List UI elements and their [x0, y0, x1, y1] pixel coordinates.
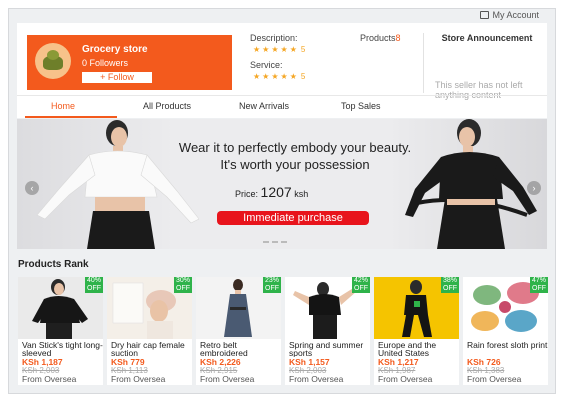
carousel-dot[interactable]: [272, 241, 278, 243]
product-name[interactable]: Rain forest sloth print: [467, 341, 548, 357]
banner-price-unit: ksh: [294, 189, 309, 199]
follow-button[interactable]: + Follow: [82, 72, 152, 83]
store-name: Grocery store: [82, 44, 148, 55]
chevron-right-icon[interactable]: ›: [527, 181, 541, 195]
tab-top-sales[interactable]: Top Sales: [341, 101, 381, 111]
carousel-dot[interactable]: [263, 241, 269, 243]
account-icon: [480, 11, 490, 19]
tab-all-products[interactable]: All Products: [143, 101, 191, 111]
banner-price-label: Price:: [235, 189, 259, 199]
active-tab-indicator: [25, 116, 117, 118]
product-card[interactable]: 30% OFF Dry hair cap female suction KSh …: [107, 277, 192, 385]
products-label: Products: [360, 33, 396, 43]
carousel-dot[interactable]: [281, 241, 287, 243]
product-origin: From Oversea: [467, 374, 522, 384]
products-rank-title: Products Rank: [18, 259, 89, 270]
products-count-value: 8: [395, 33, 401, 43]
product-name[interactable]: Dry hair cap female suction: [111, 341, 192, 357]
account-label: My Account: [492, 10, 539, 20]
store-followers: 0 Followers: [82, 58, 129, 68]
tab-home[interactable]: Home: [51, 101, 75, 111]
product-card[interactable]: 42% OFF Spring and summer sports KSh 1,1…: [285, 277, 370, 385]
tab-new-arrivals[interactable]: New Arrivals: [239, 101, 289, 111]
product-origin: From Oversea: [200, 374, 255, 384]
product-origin: From Oversea: [289, 374, 344, 384]
carousel-dots: [263, 241, 287, 243]
banner-model-left: [36, 120, 199, 249]
product-name[interactable]: Retro belt embroidered: [200, 341, 281, 357]
banner-price: Price: 1207 ksh: [235, 184, 308, 200]
discount-badge: 40% OFF: [85, 277, 103, 293]
product-origin: From Oversea: [111, 374, 166, 384]
divider: [423, 33, 424, 93]
description-stars: ★★★★★ 5: [253, 45, 306, 54]
product-card[interactable]: 40% OFF Van Stick's tight long-sleeved K…: [18, 277, 103, 385]
product-origin: From Oversea: [378, 374, 433, 384]
description-score: 5: [300, 45, 306, 54]
discount-badge: 23% OFF: [263, 277, 281, 293]
service-stars: ★★★★★ 5: [253, 72, 306, 81]
discount-badge: 47% OFF: [530, 277, 548, 293]
store-logo: [35, 43, 71, 79]
banner-price-value: 1207: [260, 184, 292, 200]
product-card[interactable]: 47% OFF Rain forest sloth print KSh 726 …: [463, 277, 548, 385]
store-tabs: Home All Products New Arrivals Top Sales: [17, 95, 547, 118]
store-badge: Grocery store 0 Followers + Follow: [27, 35, 232, 90]
chevron-left-icon[interactable]: ‹: [25, 181, 39, 195]
immediate-purchase-button[interactable]: Immediate purchase: [217, 211, 369, 225]
announcement-title: Store Announcement: [441, 33, 533, 43]
products-count: Products8: [360, 33, 401, 43]
product-name[interactable]: Van Stick's tight long-sleeved: [22, 341, 103, 357]
product-origin: From Oversea: [22, 374, 77, 384]
product-card[interactable]: 38% OFF Europe and the United States KSh…: [374, 277, 459, 385]
discount-badge: 42% OFF: [352, 277, 370, 293]
product-name[interactable]: Europe and the United States: [378, 341, 459, 357]
store-logo-shape: [47, 50, 59, 60]
description-label: Description:: [250, 33, 298, 43]
product-name[interactable]: Spring and summer sports: [289, 341, 370, 357]
discount-badge: 30% OFF: [174, 277, 192, 293]
product-card[interactable]: 23% OFF Retro belt embroidered KSh 2,226…: [196, 277, 281, 385]
banner-headline: Wear it to perfectly embody your beauty.…: [178, 140, 412, 172]
account-link[interactable]: My Account: [480, 10, 539, 20]
service-label: Service:: [250, 60, 283, 70]
products-rank-list: 40% OFF Van Stick's tight long-sleeved K…: [17, 277, 555, 387]
store-page: My Account Grocery store 0 Followers + F…: [8, 8, 556, 394]
discount-badge: 38% OFF: [441, 277, 459, 293]
store-header-card: Grocery store 0 Followers + Follow Descr…: [17, 23, 547, 118]
service-score: 5: [300, 72, 306, 81]
promo-banner[interactable]: Wear it to perfectly embody your beauty.…: [17, 119, 547, 249]
